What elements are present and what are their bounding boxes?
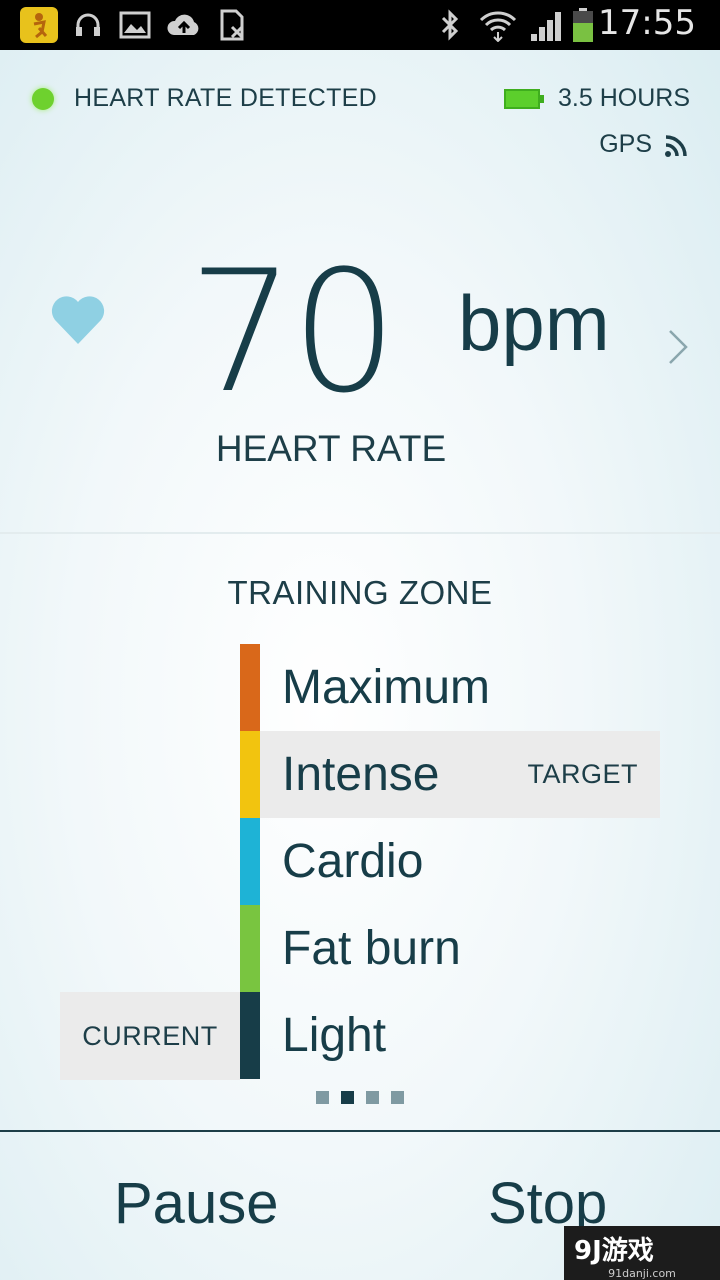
target-tag: TARGET: [527, 759, 638, 789]
pause-button[interactable]: Pause: [114, 1170, 278, 1237]
zone-maximum[interactable]: Maximum: [240, 644, 660, 731]
zone-fat-burn[interactable]: Fat burn: [240, 905, 660, 992]
bottom-divider: [0, 1130, 720, 1132]
zone-label: Cardio: [282, 835, 424, 888]
current-zone-tag: CURRENT: [60, 992, 240, 1080]
zone-color-bar: [240, 905, 260, 992]
status-bar: 17:55: [0, 0, 720, 50]
page-indicator: [316, 1091, 416, 1104]
status-time: 17:55: [598, 3, 696, 43]
page-dot[interactable]: [316, 1091, 329, 1104]
heart-rate-unit: bpm: [458, 279, 610, 367]
heart-rate-value: 70: [188, 234, 398, 430]
status-dot-icon: [32, 87, 54, 110]
heart-icon: [51, 296, 105, 344]
watermark-url: 91danji.com: [608, 1267, 676, 1280]
wifi-icon: [478, 7, 518, 43]
sim-icon: [216, 7, 250, 43]
watermark-logo: 9J游戏 91danji.com: [564, 1226, 720, 1280]
jabra-app-icon: [20, 7, 58, 43]
zone-color-bar: [240, 731, 260, 818]
zone-cardio[interactable]: Cardio: [240, 818, 660, 905]
watermark-brand: 9J游戏: [574, 1236, 654, 1266]
zone-intense[interactable]: Intense TARGET: [240, 731, 660, 818]
heart-rate-status-text: HEART RATE DETECTED: [74, 84, 377, 112]
gps-label: GPS: [599, 130, 652, 158]
page-dot[interactable]: [391, 1091, 404, 1104]
image-icon: [118, 7, 152, 43]
section-divider: [0, 532, 720, 534]
heart-rate-label: HEART RATE: [215, 428, 447, 469]
page-dot-active[interactable]: [341, 1091, 354, 1104]
battery-remaining-text: 3.5 HOURS: [558, 84, 690, 112]
page-dot[interactable]: [366, 1091, 379, 1104]
battery-icon: [570, 7, 596, 43]
chevron-right-icon[interactable]: [666, 327, 690, 367]
heart-rate-status: HEART RATE DETECTED: [32, 84, 377, 113]
battery-icon: [504, 88, 545, 109]
training-zone-list: Maximum Intense TARGET Cardio Fat burn L…: [240, 644, 660, 1079]
zone-color-bar: [240, 992, 260, 1079]
zone-color-bar: [240, 818, 260, 905]
cloud-upload-icon: [166, 7, 202, 43]
training-zone-title: TRAINING ZONE: [227, 574, 493, 611]
headphones-icon: [72, 7, 104, 43]
zone-label: Intense: [282, 748, 440, 801]
signal-icon: [528, 7, 564, 43]
gps-status: GPS: [599, 130, 690, 159]
bluetooth-icon: [436, 7, 464, 43]
zone-label: Light: [282, 1009, 387, 1062]
zone-label: Maximum: [282, 661, 491, 714]
zone-light[interactable]: Light: [240, 992, 660, 1079]
zone-color-bar: [240, 644, 260, 731]
sensor-battery: 3.5 HOURS: [504, 84, 690, 113]
gps-signal-icon: [665, 134, 687, 157]
zone-label: Fat burn: [282, 922, 461, 975]
